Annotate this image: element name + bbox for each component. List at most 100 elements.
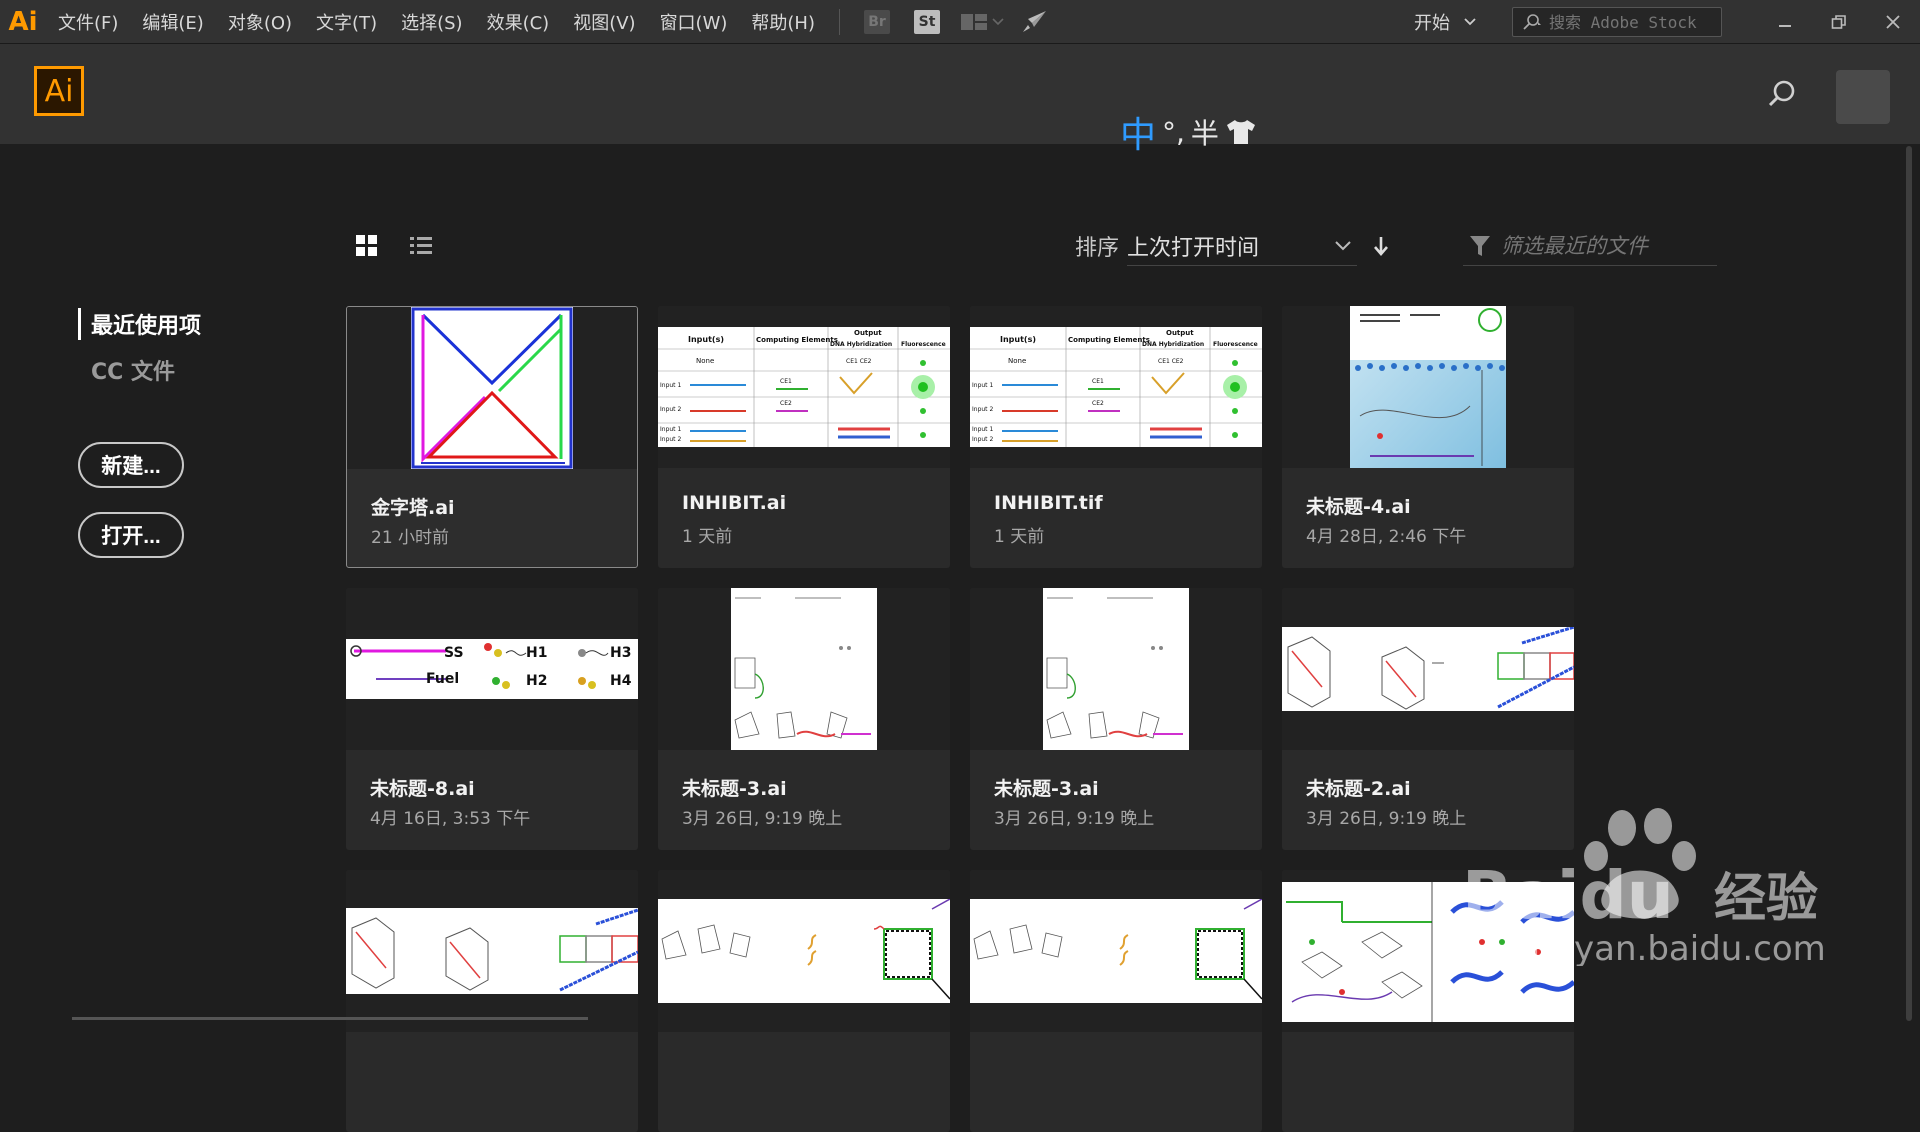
file-time: 21 小时前 bbox=[371, 528, 450, 548]
baidu-paw-logo: Baidu 经验 jingyan.baidu.com bbox=[1462, 808, 1826, 969]
file-card[interactable]: 未标题-4.ai 4月 28日, 2:46 下午 bbox=[1282, 306, 1574, 568]
table-row-label: Input 1 bbox=[660, 382, 681, 389]
ime-width[interactable]: 半 bbox=[1191, 112, 1219, 152]
home-sidebar: 最近使用项 CC 文件 bbox=[78, 308, 201, 400]
label-h3: H3 bbox=[610, 645, 631, 661]
file-card[interactable]: 未标题-3.ai 3月 26日, 9:19 晚上 bbox=[970, 588, 1262, 850]
truth-table-thumbnail: Input(s) Computing Elements Output DNA H… bbox=[970, 327, 1262, 447]
file-thumbnail bbox=[1282, 588, 1574, 750]
stock-search[interactable] bbox=[1512, 7, 1722, 37]
nav-cc-files[interactable]: CC 文件 bbox=[78, 354, 201, 386]
new-file-button[interactable]: 新建... bbox=[78, 442, 184, 488]
file-time: 3月 26日, 9:19 晚上 bbox=[682, 809, 843, 829]
recent-toolbar: 排序 上次打开时间 bbox=[355, 226, 1717, 266]
grid-view-icon bbox=[356, 235, 377, 256]
filter-icon bbox=[1470, 235, 1490, 256]
wide-diagram-thumbnail bbox=[658, 899, 950, 1003]
gpu-performance-button[interactable] bbox=[1020, 9, 1048, 35]
sort-direction-button[interactable] bbox=[1367, 232, 1395, 260]
workspace-switcher[interactable]: 开始 bbox=[1414, 9, 1476, 35]
app-logo[interactable]: Ai bbox=[0, 0, 46, 44]
menu-separator bbox=[839, 8, 840, 35]
file-card[interactable] bbox=[346, 870, 638, 1132]
minimize-icon bbox=[1779, 25, 1791, 27]
file-card[interactable]: Input(s) Computing Elements Output DNA H… bbox=[658, 306, 950, 568]
diagram-thumbnail bbox=[731, 588, 877, 750]
menu-select[interactable]: 选择(S) bbox=[389, 0, 474, 44]
stock-button[interactable]: St bbox=[914, 9, 940, 34]
horizontal-scrollbar[interactable] bbox=[72, 1017, 588, 1020]
table-row-label: Input 1 bbox=[660, 426, 681, 433]
user-avatar[interactable] bbox=[1836, 70, 1890, 124]
sort-dropdown[interactable]: 上次打开时间 bbox=[1127, 226, 1357, 266]
ime-punctuation[interactable]: °, bbox=[1162, 116, 1185, 149]
wide-diagram-thumbnail bbox=[970, 899, 1262, 1003]
file-card[interactable]: 金字塔.ai 21 小时前 bbox=[346, 306, 638, 568]
diagram-thumbnail bbox=[1043, 588, 1189, 750]
file-name: INHIBIT.tif bbox=[994, 492, 1103, 514]
sort-label: 排序 bbox=[1075, 236, 1120, 261]
file-time: 3月 26日, 9:19 晚上 bbox=[994, 809, 1155, 829]
filter-field[interactable] bbox=[1463, 226, 1717, 266]
bridge-button[interactable]: Br bbox=[864, 9, 890, 34]
label-h1: H1 bbox=[526, 645, 547, 661]
menu-type[interactable]: 文字(T) bbox=[304, 0, 389, 44]
menu-help[interactable]: 帮助(H) bbox=[739, 0, 827, 44]
file-card[interactable]: Input(s) Computing Elements Output DNA H… bbox=[970, 306, 1262, 568]
ce-label: CE2 bbox=[780, 400, 792, 407]
file-card[interactable] bbox=[970, 870, 1262, 1132]
close-icon bbox=[1886, 15, 1900, 29]
file-name: 未标题-8.ai bbox=[370, 778, 475, 800]
list-view-button[interactable] bbox=[409, 234, 435, 260]
file-name: 未标题-4.ai bbox=[1306, 496, 1411, 518]
minimize-button[interactable] bbox=[1758, 0, 1812, 44]
nav-recent[interactable]: 最近使用项 bbox=[78, 308, 201, 340]
restore-button[interactable] bbox=[1812, 0, 1866, 44]
arrange-documents-button[interactable] bbox=[960, 12, 1004, 32]
ce-label: CE1 bbox=[780, 378, 792, 385]
file-time: 3月 26日, 9:19 晚上 bbox=[1306, 809, 1467, 829]
list-view-icon bbox=[410, 237, 432, 254]
file-name: 未标题-3.ai bbox=[682, 778, 787, 800]
file-thumbnail: SS Fuel H1 H2 H3 H4 bbox=[346, 588, 638, 750]
arrange-documents-icon bbox=[961, 13, 987, 30]
close-button[interactable] bbox=[1866, 0, 1920, 44]
search-button[interactable] bbox=[1762, 74, 1802, 114]
vertical-scrollbar[interactable] bbox=[1906, 146, 1912, 1021]
label-fuel: Fuel bbox=[426, 671, 459, 687]
file-thumbnail bbox=[1282, 306, 1574, 468]
file-thumbnail bbox=[347, 307, 637, 469]
menu-window[interactable]: 窗口(W) bbox=[648, 0, 740, 44]
file-thumbnail: Input(s) Computing Elements Output DNA H… bbox=[970, 306, 1262, 468]
menu-view[interactable]: 视图(V) bbox=[561, 0, 647, 44]
filter-input[interactable] bbox=[1501, 233, 1701, 258]
restore-icon bbox=[1831, 15, 1846, 29]
file-time: 4月 28日, 2:46 下午 bbox=[1306, 527, 1467, 547]
search-icon bbox=[1523, 14, 1541, 30]
file-thumbnail bbox=[970, 588, 1262, 750]
sort-value: 上次打开时间 bbox=[1127, 235, 1260, 261]
label-h2: H2 bbox=[526, 673, 547, 689]
open-file-button[interactable]: 打开... bbox=[78, 512, 184, 558]
table-header: Computing Elements bbox=[1068, 336, 1150, 344]
table-header: Fluorescence bbox=[901, 341, 946, 348]
label-h4: H4 bbox=[610, 673, 632, 689]
file-thumbnail: Input(s) Computing Elements Output DNA H… bbox=[658, 306, 950, 468]
menu-edit[interactable]: 编辑(E) bbox=[130, 0, 215, 44]
grid-view-button[interactable] bbox=[355, 234, 381, 260]
menu-object[interactable]: 对象(O) bbox=[216, 0, 304, 44]
skin-shirt-icon[interactable] bbox=[1225, 118, 1257, 146]
menu-file[interactable]: 文件(F) bbox=[46, 0, 130, 44]
ime-language[interactable]: 中 bbox=[1120, 106, 1156, 158]
stock-search-input[interactable] bbox=[1549, 12, 1709, 32]
file-time: 4月 16日, 3:53 下午 bbox=[370, 809, 531, 829]
chevron-down-icon bbox=[1464, 18, 1476, 26]
ime-status-bar[interactable]: 中 °, 半 bbox=[1120, 106, 1257, 158]
file-name: 未标题-2.ai bbox=[1306, 778, 1411, 800]
file-card[interactable] bbox=[658, 870, 950, 1132]
file-card[interactable]: 未标题-3.ai 3月 26日, 9:19 晚上 bbox=[658, 588, 950, 850]
watermark-suffix: 经验 bbox=[1714, 869, 1818, 929]
menu-effect[interactable]: 效果(C) bbox=[475, 0, 562, 44]
table-row-label: Input 1 bbox=[972, 382, 993, 389]
file-card[interactable]: SS Fuel H1 H2 H3 H4 未标题-8.ai 4月 16日, 3:5… bbox=[346, 588, 638, 850]
